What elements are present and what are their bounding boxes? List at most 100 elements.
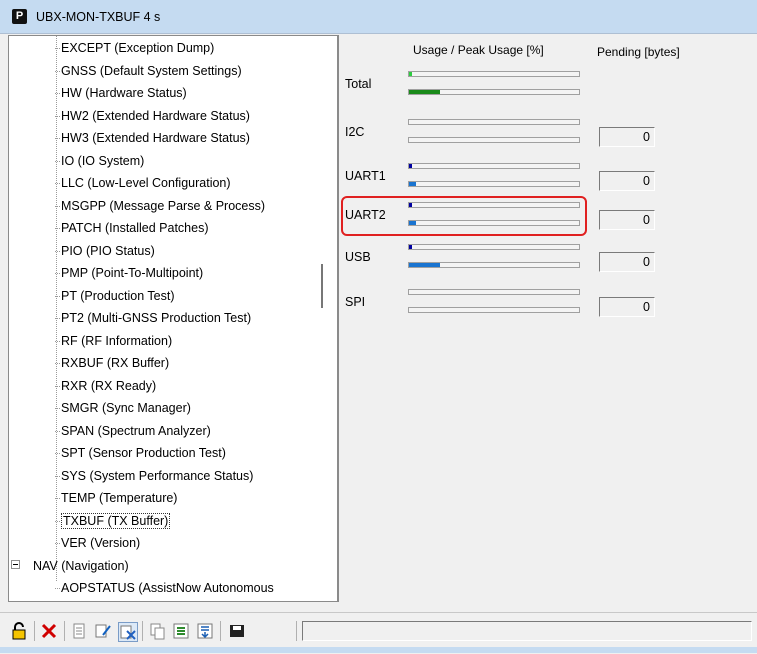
toolbar-separator — [296, 621, 297, 641]
tree-item-label: SPAN (Spectrum Analyzer) — [61, 423, 211, 438]
port-row-i2c: I2C 0 — [339, 115, 757, 155]
usage-column-header: Usage / Peak Usage [%] — [413, 43, 544, 57]
window-titlebar: P UBX-MON-TXBUF 4 s — [0, 0, 757, 34]
collapse-icon[interactable] — [11, 560, 20, 569]
port-label: Total — [345, 77, 372, 91]
tree-item[interactable]: SMGR (Sync Manager) — [55, 398, 191, 418]
tree-item[interactable]: EXCEPT (Exception Dump) — [54, 38, 215, 58]
copy-icon[interactable] — [70, 622, 88, 640]
tree-item-label: RF (RF Information) — [61, 333, 173, 348]
port-row-uart1: UART1 0 — [339, 159, 757, 199]
peak-bar — [408, 181, 580, 187]
pending-column-header: Pending [bytes] — [597, 45, 680, 59]
tree-item[interactable]: VER (Version) — [54, 533, 140, 553]
window-title: UBX-MON-TXBUF 4 s — [36, 10, 161, 24]
toolbar-separator — [34, 621, 35, 641]
tree-item[interactable]: PIO (PIO Status) — [55, 241, 155, 261]
usage-bar — [408, 289, 580, 295]
tree-item-aopstatus[interactable]: AOPSTATUS (AssistNow Autonomous — [55, 578, 274, 598]
port-label: I2C — [345, 125, 365, 139]
tree-item-label: PIO (PIO Status) — [61, 243, 155, 258]
tree-item[interactable]: IO (IO System) — [54, 151, 145, 171]
tree-item-label: RXR (RX Ready) — [61, 378, 157, 393]
usage-bar-fill — [409, 203, 413, 207]
port-row-usb: USB 0 — [339, 240, 757, 280]
usage-bar — [408, 244, 580, 250]
tree-item[interactable]: SPT (Sensor Production Test) — [55, 443, 226, 463]
peak-bar — [408, 262, 580, 268]
tree-item[interactable]: HW (Hardware Status) — [55, 83, 187, 103]
list-icon[interactable] — [196, 622, 214, 640]
pending-value: 0 — [599, 252, 655, 272]
tree-item[interactable]: LLC (Low-Level Configuration) — [55, 173, 231, 193]
peak-bar-fill — [409, 263, 440, 267]
peak-bar — [408, 220, 580, 226]
save-icon[interactable] — [228, 622, 246, 640]
tree-item[interactable]: MSGPP (Message Parse & Process) — [54, 196, 266, 216]
tree-item-label: PATCH (Installed Patches) — [61, 221, 209, 235]
tree-item-label: MSGPP (Message Parse & Process) — [61, 198, 266, 213]
tree-item-label: LLC (Low-Level Configuration) — [61, 176, 231, 190]
tree-item-label: AOPSTATUS (AssistNow Autonomous — [61, 581, 274, 595]
port-label: SPI — [345, 295, 366, 309]
tree-item-label: EXCEPT (Exception Dump) — [61, 41, 215, 55]
usage-bar-fill — [409, 245, 413, 249]
toolbar-separator — [220, 621, 221, 641]
app-logo-icon: P — [12, 9, 27, 24]
tree-item[interactable]: PT (Production Test) — [54, 286, 175, 306]
peak-bar — [408, 137, 580, 143]
message-tree[interactable]: EXCEPT (Exception Dump) GNSS (Default Sys… — [8, 35, 338, 602]
tree-item-label: HW (Hardware Status) — [61, 86, 187, 100]
tree-item-label: PT (Production Test) — [61, 288, 175, 303]
delete-icon[interactable] — [40, 622, 58, 640]
tree-item-nav[interactable]: NAV (Navigation) — [11, 556, 129, 576]
tree-item-label: RXBUF (RX Buffer) — [61, 356, 170, 370]
paste-icon[interactable] — [148, 622, 166, 640]
port-label: UART1 — [345, 169, 386, 183]
tree-item-label: SPT (Sensor Production Test) — [61, 446, 226, 460]
usage-bar — [408, 202, 580, 208]
pending-value: 0 — [599, 297, 655, 317]
tree-item[interactable]: RXR (RX Ready) — [54, 376, 157, 396]
tree-item[interactable]: GNSS (Default System Settings) — [55, 61, 242, 81]
tree-item[interactable]: RXBUF (RX Buffer) — [54, 353, 170, 373]
pending-value: 0 — [599, 210, 655, 230]
tree-item-label: TXBUF (TX Buffer) — [61, 512, 171, 529]
tree-item[interactable]: HW3 (Extended Hardware Status) — [55, 128, 250, 148]
tree-item[interactable]: PATCH (Installed Patches) — [55, 218, 209, 238]
tree-guide-line — [56, 36, 57, 581]
tree-item-label: IO (IO System) — [61, 153, 145, 168]
status-field — [302, 621, 752, 641]
toolbar-separator — [142, 621, 143, 641]
tree-item[interactable]: SYS (System Performance Status) — [54, 466, 253, 486]
tree-item-label: PMP (Point-To-Multipoint) — [61, 266, 204, 280]
usage-bar-fill — [409, 72, 413, 76]
port-label: USB — [345, 250, 371, 264]
usage-bar — [408, 119, 580, 125]
tree-item[interactable]: PT2 (Multi-GNSS Production Test) — [54, 308, 251, 328]
port-label: UART2 — [345, 208, 386, 222]
peak-bar — [408, 89, 580, 95]
tree-item[interactable]: SPAN (Spectrum Analyzer) — [55, 421, 211, 441]
tree-item[interactable]: PMP (Point-To-Multipoint) — [54, 263, 204, 283]
tree-item[interactable]: HW2 (Extended Hardware Status) — [55, 106, 250, 126]
peak-bar — [408, 307, 580, 313]
lock-icon[interactable] — [10, 622, 28, 640]
export-icon[interactable] — [172, 622, 190, 640]
edit-icon[interactable] — [94, 622, 112, 640]
tree-item[interactable]: TXBUF (TX Buffer) — [54, 511, 171, 531]
pending-value: 0 — [599, 127, 655, 147]
tree-item[interactable]: TEMP (Temperature) — [54, 488, 178, 508]
peak-bar-fill — [409, 182, 416, 186]
pending-value: 0 — [599, 171, 655, 191]
port-row-total: Total — [339, 67, 757, 107]
tree-item-label: NAV (Navigation) — [33, 559, 129, 573]
port-row-uart2: UART2 0 — [339, 198, 757, 238]
toggle-icon[interactable] — [118, 622, 138, 642]
port-row-spi: SPI 0 — [339, 285, 757, 325]
tree-item-label: GNSS (Default System Settings) — [61, 63, 242, 78]
tree-item[interactable]: RF (RF Information) — [54, 331, 173, 351]
vertical-scrollbar[interactable] — [321, 264, 323, 308]
tree-item-label: TEMP (Temperature) — [61, 491, 178, 505]
tree-item-label: SMGR (Sync Manager) — [61, 401, 191, 415]
